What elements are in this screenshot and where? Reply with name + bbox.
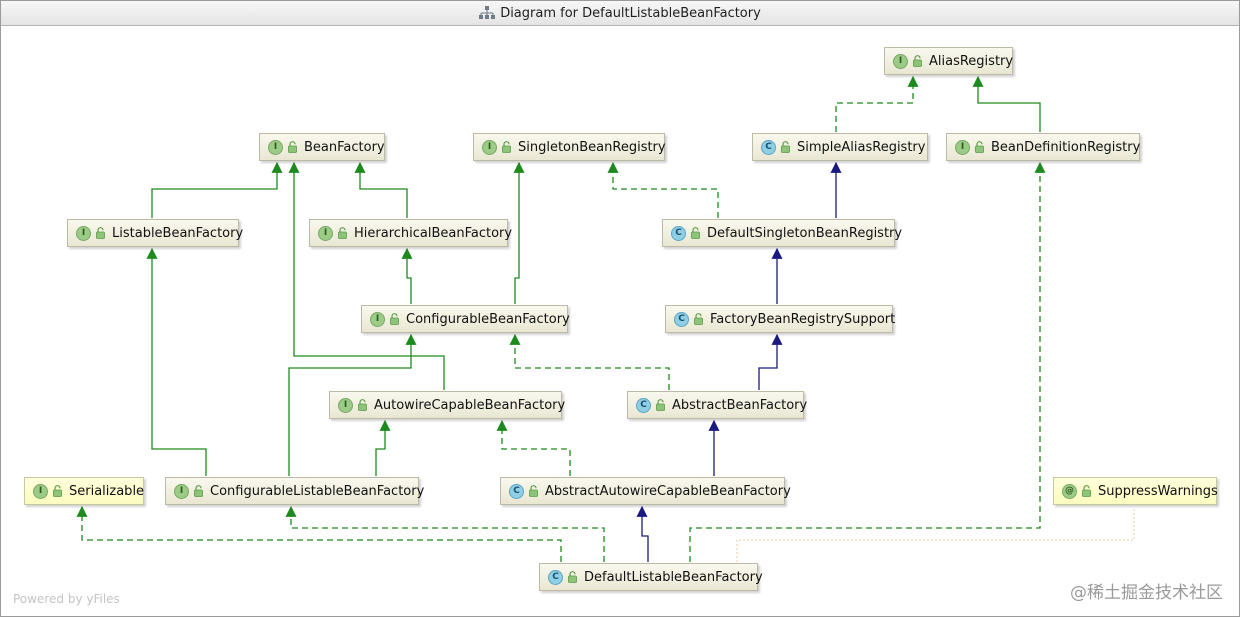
edge-layer <box>76 75 1135 562</box>
node-singleton-bean-registry[interactable]: I SingletonBeanRegistry <box>473 133 666 161</box>
node-label: SimpleAliasRegistry <box>797 139 926 155</box>
node-label: BeanFactory <box>304 139 385 155</box>
lock-icon <box>338 227 347 239</box>
edge-hierarchical-to-beanfactory <box>354 161 408 218</box>
lock-icon <box>288 141 297 153</box>
edge-defaultlistable-to-serializable <box>76 505 562 562</box>
interface-icon: I <box>955 139 970 155</box>
node-alias-registry[interactable]: I AliasRegistry <box>884 47 1013 75</box>
lock-icon <box>781 141 790 153</box>
interface-icon: I <box>318 225 333 241</box>
lock-icon <box>975 141 984 153</box>
watermark-text: @稀土掘金技术社区 <box>1070 583 1223 603</box>
lock-icon <box>913 55 922 67</box>
lock-icon <box>568 571 577 583</box>
edge-listable-to-beanfactory <box>151 161 283 218</box>
edge-beandefregistry-to-aliasregistry <box>972 75 1041 132</box>
node-default-singleton-bean-registry[interactable]: C DefaultSingletonBeanRegistry <box>662 219 902 247</box>
edge-defaultlistable-to-suppresswarnings <box>736 507 1135 562</box>
edge-configlistable-to-autowirecapable <box>375 419 391 476</box>
diagram-icon <box>479 6 496 19</box>
node-label: ConfigurableBeanFactory <box>406 311 570 327</box>
interface-icon: I <box>338 397 353 413</box>
lock-icon <box>53 485 62 497</box>
class-icon: C <box>509 483 524 499</box>
lock-icon <box>358 399 367 411</box>
edge-configlistable-to-listable <box>146 247 207 476</box>
node-configurable-listable-bean-factory[interactable]: I ConfigurableListableBeanFactory <box>165 477 424 505</box>
diagram-window: Diagram for DefaultListableBeanFactory I… <box>0 0 1240 617</box>
node-abstract-autowire-capable-bean-factory[interactable]: C AbstractAutowireCapableBeanFactory <box>500 477 791 505</box>
node-suppress-warnings[interactable]: @ SuppressWarnings <box>1053 477 1218 505</box>
node-autowire-capable-bean-factory[interactable]: I AutowireCapableBeanFactory <box>329 391 566 419</box>
node-listable-bean-factory[interactable]: I ListableBeanFactory <box>67 219 243 247</box>
edge-abstractbeanfactory-to-configurable <box>509 333 670 390</box>
edge-configurable-to-hierarchical <box>401 247 413 304</box>
node-label: AutowireCapableBeanFactory <box>374 397 566 413</box>
interface-icon: I <box>174 483 189 499</box>
class-icon: C <box>674 311 689 327</box>
class-icon: C <box>761 139 776 155</box>
node-label: DefaultSingletonBeanRegistry <box>707 225 903 241</box>
node-label: HierarchicalBeanFactory <box>354 225 513 241</box>
node-label: ListableBeanFactory <box>112 225 244 241</box>
interface-icon: I <box>33 483 48 499</box>
lock-icon <box>529 485 538 497</box>
class-icon: C <box>671 225 686 241</box>
node-bean-factory[interactable]: I BeanFactory <box>259 133 385 161</box>
node-serializable[interactable]: I Serializable <box>24 477 144 505</box>
lock-icon <box>691 227 700 239</box>
lock-icon <box>694 313 703 325</box>
node-hierarchical-bean-factory[interactable]: I HierarchicalBeanFactory <box>309 219 512 247</box>
interface-icon: I <box>893 53 908 69</box>
node-simple-alias-registry[interactable]: C SimpleAliasRegistry <box>752 133 928 161</box>
node-label: FactoryBeanRegistrySupport <box>710 311 896 327</box>
node-label: ConfigurableListableBeanFactory <box>210 483 425 499</box>
lock-icon <box>656 399 665 411</box>
edge-simplealias-to-aliasregistry <box>835 75 919 132</box>
node-label: DefaultListableBeanFactory <box>584 569 763 585</box>
lock-icon <box>1082 485 1091 497</box>
class-icon: C <box>636 397 651 413</box>
interface-icon: I <box>76 225 91 241</box>
annotation-icon: @ <box>1062 483 1077 499</box>
node-label: BeanDefinitionRegistry <box>991 139 1141 155</box>
node-configurable-bean-factory[interactable]: I ConfigurableBeanFactory <box>361 305 570 333</box>
interface-icon: I <box>482 139 497 155</box>
interface-icon: I <box>370 311 385 327</box>
node-bean-definition-registry[interactable]: I BeanDefinitionRegistry <box>946 133 1140 161</box>
powered-by-label: Powered by yFiles <box>13 592 120 606</box>
node-label: SuppressWarnings <box>1098 483 1218 499</box>
edge-defaultsingleton-to-singletonregistry <box>607 161 719 218</box>
node-label: AliasRegistry <box>929 53 1014 69</box>
lock-icon <box>96 227 105 239</box>
lock-icon <box>502 141 511 153</box>
window-title: Diagram for DefaultListableBeanFactory <box>500 5 761 21</box>
diagram-canvas[interactable]: I AliasRegistry I BeanFactory I Singleto… <box>1 26 1239 616</box>
node-label: SingletonBeanRegistry <box>518 139 666 155</box>
interface-icon: I <box>268 139 283 155</box>
edge-configurable-to-singletonregistry <box>513 161 525 304</box>
lock-icon <box>194 485 203 497</box>
edge-abstractautowire-to-autowirecapable <box>496 419 571 476</box>
class-icon: C <box>548 569 563 585</box>
edge-defaultlistable-to-abstractautowire <box>636 505 649 562</box>
node-label: AbstractAutowireCapableBeanFactory <box>545 483 791 499</box>
edge-defaultlistable-to-configlistable <box>285 505 605 562</box>
node-label: Serializable <box>69 483 145 499</box>
title-bar: Diagram for DefaultListableBeanFactory <box>1 1 1239 26</box>
lock-icon <box>390 313 399 325</box>
node-abstract-bean-factory[interactable]: C AbstractBeanFactory <box>627 391 808 419</box>
node-default-listable-bean-factory[interactable]: C DefaultListableBeanFactory <box>539 563 763 591</box>
node-label: AbstractBeanFactory <box>672 397 808 413</box>
edge-autowirecapable-to-beanfactory <box>288 161 445 390</box>
node-factory-bean-registry-support[interactable]: C FactoryBeanRegistrySupport <box>665 305 896 333</box>
edge-abstractbeanfactory-to-factorybeanregistry <box>758 333 783 390</box>
